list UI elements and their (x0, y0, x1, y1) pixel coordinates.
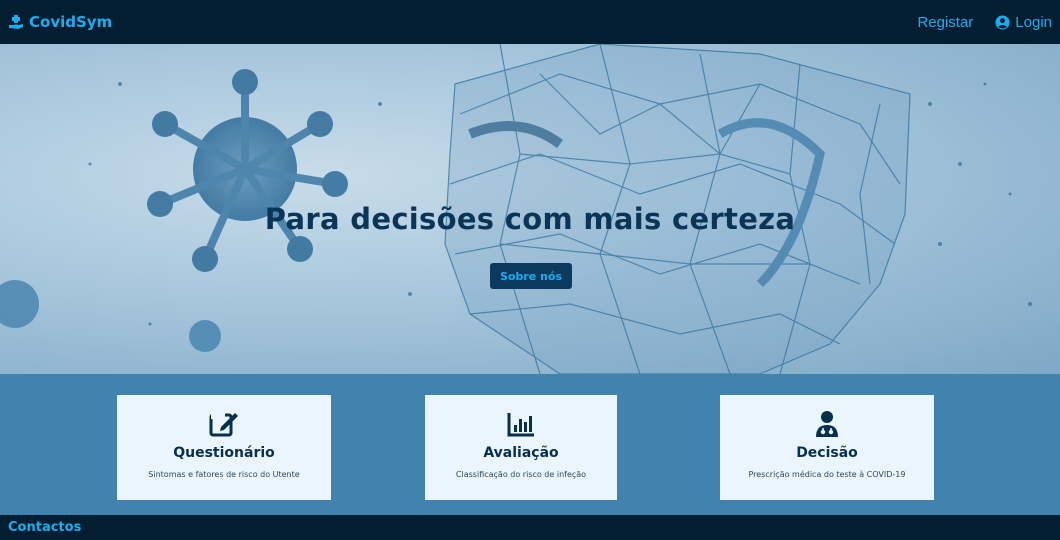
hand-holding-medical-icon (9, 15, 23, 29)
footer-contacts-title: Contactos (8, 520, 82, 535)
about-us-button[interactable]: Sobre nós (490, 263, 572, 289)
chart-bar-icon (507, 413, 534, 437)
features-section: Questionário Sintomas e fatores de risco… (0, 374, 1060, 515)
brand-name: CovidSym (29, 13, 113, 31)
hero-title: Para decisões com mais certeza (264, 202, 796, 236)
feature-card-decision[interactable]: Decisão Prescrição médica do teste à COV… (720, 395, 934, 500)
feature-description: Classificação do risco de infeção (455, 470, 587, 479)
login-label: Login (1015, 13, 1052, 31)
register-link[interactable]: Registar (917, 14, 973, 31)
feature-description: Prescrição médica do teste à COVID-19 (748, 470, 906, 479)
feature-description: Sintomas e fatores de risco do Utente (148, 470, 300, 479)
doctor-icon (816, 411, 838, 437)
feature-title: Decisão (796, 445, 858, 461)
login-link[interactable]: Login (995, 14, 1052, 31)
user-circle-icon (995, 14, 1010, 30)
nav-right: Registar Login (917, 14, 1052, 31)
feature-card-assessment[interactable]: Avaliação Classificação do risco de infe… (425, 395, 617, 500)
edit-icon (209, 413, 238, 437)
register-label: Registar (917, 13, 974, 31)
feature-title: Questionário (173, 445, 275, 461)
brand-link[interactable]: CovidSym (8, 13, 112, 31)
navbar: CovidSym Registar Login (0, 0, 1060, 44)
footer: Contactos (0, 515, 1060, 540)
feature-title: Avaliação (483, 445, 559, 461)
hero-banner: Para decisões com mais certeza Sobre nós (0, 44, 1060, 374)
feature-card-questionnaire[interactable]: Questionário Sintomas e fatores de risco… (117, 395, 331, 500)
